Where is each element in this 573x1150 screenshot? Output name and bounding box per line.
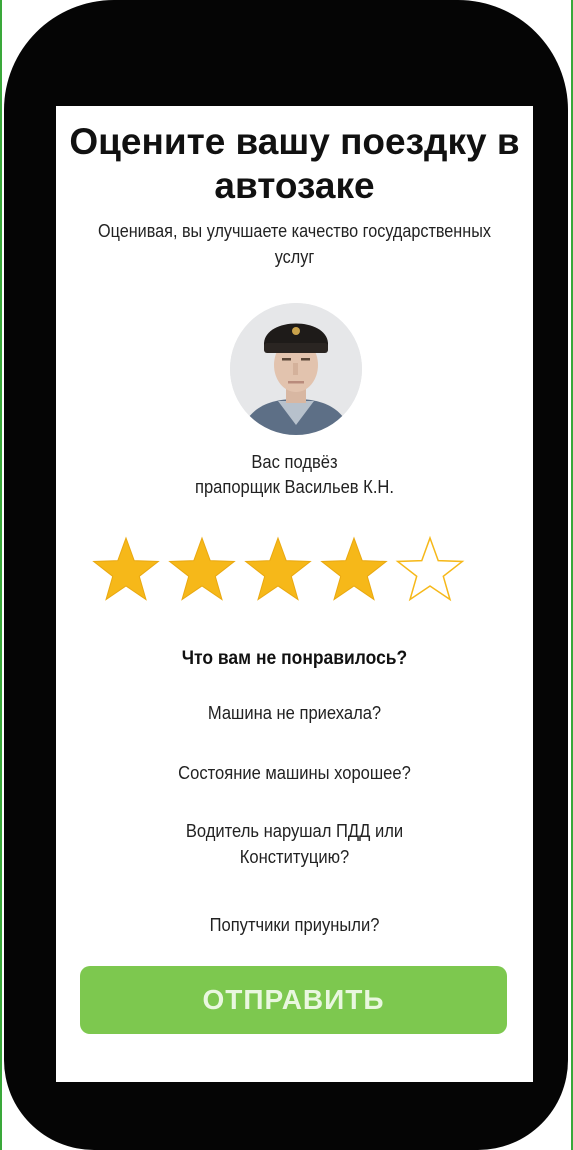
star-empty-icon[interactable]: [394, 534, 466, 606]
driver-info: Вас подвёз прапорщик Васильев К.Н.: [93, 450, 495, 500]
star-filled-icon[interactable]: [242, 534, 314, 606]
page-title: Оцените вашу поездку в автозаке: [69, 121, 520, 206]
submit-button[interactable]: ОТПРАВИТЬ: [80, 966, 507, 1034]
driver-name: прапорщик Васильев К.Н.: [194, 477, 394, 497]
option-car-condition-good[interactable]: Состояние машины хорошее?: [93, 760, 495, 786]
option-line: Конституцию?: [239, 847, 350, 867]
option-car-did-not-arrive[interactable]: Машина не приехала?: [93, 700, 495, 726]
driver-label: Вас подвёз: [251, 452, 338, 472]
officer-portrait-icon: [230, 303, 362, 435]
driver-avatar: [230, 303, 362, 435]
phone-frame: Оцените вашу поездку в автозаке Оценивая…: [4, 0, 568, 1150]
star-rating[interactable]: [90, 534, 466, 606]
option-fellow-passengers-sad[interactable]: Попутчики приуныли?: [93, 912, 495, 938]
option-line: Водитель нарушал ПДД или: [185, 821, 404, 841]
option-driver-violated-rules[interactable]: Водитель нарушал ПДД или Конституцию?: [93, 818, 495, 870]
feedback-question: Что вам не понравилось?: [181, 648, 408, 669]
star-filled-icon[interactable]: [318, 534, 390, 606]
phone-screen: Оцените вашу поездку в автозаке Оценивая…: [56, 106, 533, 1082]
star-filled-icon[interactable]: [166, 534, 238, 606]
star-filled-icon[interactable]: [90, 534, 162, 606]
page-subtitle: Оценивая, вы улучшаете качество государс…: [98, 221, 491, 267]
